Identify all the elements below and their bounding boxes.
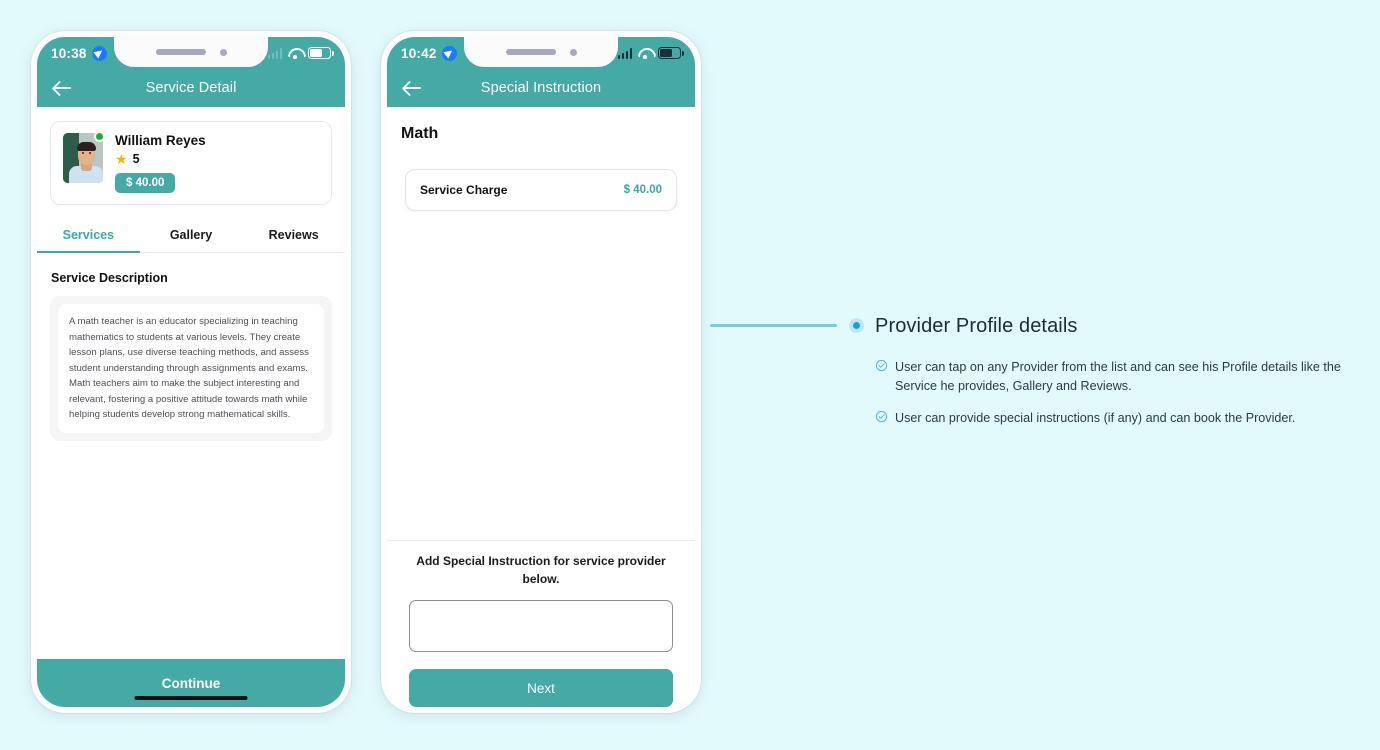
- screenshot-canvas: 10:38 Service Detail William Reyes ★ 5 $…: [0, 0, 1380, 750]
- tab-reviews[interactable]: Reviews: [242, 219, 345, 253]
- battery-icon: [658, 47, 684, 59]
- callout-annotation: Provider Profile details User can tap on…: [875, 315, 1365, 428]
- list-item: User can tap on any Provider from the li…: [875, 358, 1365, 396]
- continue-button[interactable]: Continue: [37, 659, 345, 707]
- phone2-app-bar: Special Instruction: [387, 69, 695, 107]
- provider-summary-card[interactable]: William Reyes ★ 5 $ 40.00: [50, 121, 332, 205]
- avatar-wrapper: [63, 131, 105, 183]
- earpiece-speaker: [505, 49, 556, 55]
- profile-tabs: Services Gallery Reviews: [37, 219, 345, 253]
- wifi-icon: [288, 48, 302, 59]
- continue-button-label: Continue: [161, 675, 221, 691]
- list-item: User can provide special instructions (i…: [875, 409, 1365, 428]
- provider-rating: ★ 5: [115, 152, 206, 166]
- location-arrow-icon: [91, 45, 107, 61]
- phone1-screen: 10:38 Service Detail William Reyes ★ 5 $…: [37, 37, 345, 707]
- phone1-spacer: [37, 441, 345, 659]
- phone1-status-icons: [267, 47, 334, 59]
- rating-value: 5: [132, 152, 140, 166]
- front-camera-icon: [219, 48, 227, 56]
- provider-info: William Reyes ★ 5 $ 40.00: [115, 133, 206, 193]
- phone2-status-clock-group: 10:42: [401, 45, 457, 61]
- phone2-spacer: [387, 211, 695, 540]
- phone-mockup-service-detail: 10:38 Service Detail William Reyes ★ 5 $…: [31, 31, 351, 713]
- service-charge-label: Service Charge: [420, 183, 508, 197]
- callout-title: Provider Profile details: [875, 315, 1078, 337]
- star-icon: ★: [115, 151, 128, 167]
- back-arrow-icon[interactable]: [53, 80, 73, 96]
- callout-item-text: User can tap on any Provider from the li…: [895, 360, 1341, 393]
- service-charge-value: $ 40.00: [623, 184, 662, 196]
- phone2-clock-text: 10:42: [401, 45, 437, 61]
- battery-icon: [308, 47, 334, 59]
- next-button[interactable]: Next: [409, 669, 673, 707]
- signal-bars-icon: [267, 48, 282, 59]
- phone1-content: William Reyes ★ 5 $ 40.00 Services Galle…: [37, 107, 345, 659]
- price-badge: $ 40.00: [115, 173, 176, 193]
- service-description-heading: Service Description: [51, 271, 168, 285]
- special-instruction-footer: Add Special Instruction for service prov…: [387, 540, 695, 707]
- earpiece-speaker: [155, 49, 206, 55]
- callout-connector-line: [710, 324, 837, 327]
- special-instruction-input[interactable]: [409, 600, 673, 652]
- service-description-text: A math teacher is an educator specializi…: [58, 304, 324, 433]
- phone1-clock-text: 10:38: [51, 45, 87, 61]
- front-camera-icon: [569, 48, 577, 56]
- location-arrow-icon: [441, 45, 457, 61]
- phone1-app-bar: Service Detail: [37, 69, 345, 107]
- phone2-screen: 10:42 Special Instruction Math Service C…: [387, 37, 695, 707]
- back-arrow-icon[interactable]: [403, 80, 423, 96]
- page-title: Service Detail: [145, 80, 237, 96]
- phone2-status-bar: 10:42: [387, 37, 695, 69]
- phone1-status-clock-group: 10:38: [51, 45, 107, 61]
- phone-mockup-special-instruction: 10:42 Special Instruction Math Service C…: [381, 31, 701, 713]
- callout-item-text: User can provide special instructions (i…: [895, 410, 1296, 425]
- phone2-content: Math Service Charge $ 40.00: [387, 107, 695, 541]
- service-name-heading: Math: [401, 125, 439, 142]
- callout-bullet-dot: [849, 318, 864, 333]
- circle-check-icon: [875, 410, 888, 428]
- wifi-icon: [638, 48, 652, 59]
- service-charge-row: Service Charge $ 40.00: [405, 169, 677, 211]
- phone2-notch: [464, 37, 618, 67]
- signal-bars-icon: [617, 48, 632, 59]
- service-description-card: A math teacher is an educator specializi…: [50, 296, 332, 441]
- callout-list: User can tap on any Provider from the li…: [875, 358, 1365, 428]
- tab-services[interactable]: Services: [37, 219, 140, 253]
- home-indicator: [134, 696, 248, 700]
- phone1-notch: [114, 37, 268, 67]
- phone1-status-bar: 10:38: [37, 37, 345, 69]
- circle-check-icon: [875, 359, 888, 377]
- tab-gallery[interactable]: Gallery: [140, 219, 243, 253]
- online-status-dot: [94, 131, 105, 142]
- provider-name: William Reyes: [115, 133, 206, 148]
- special-instruction-prompt: Add Special Instruction for service prov…: [416, 554, 666, 586]
- page-title: Special Instruction: [480, 80, 602, 96]
- phone2-status-icons: [617, 47, 684, 59]
